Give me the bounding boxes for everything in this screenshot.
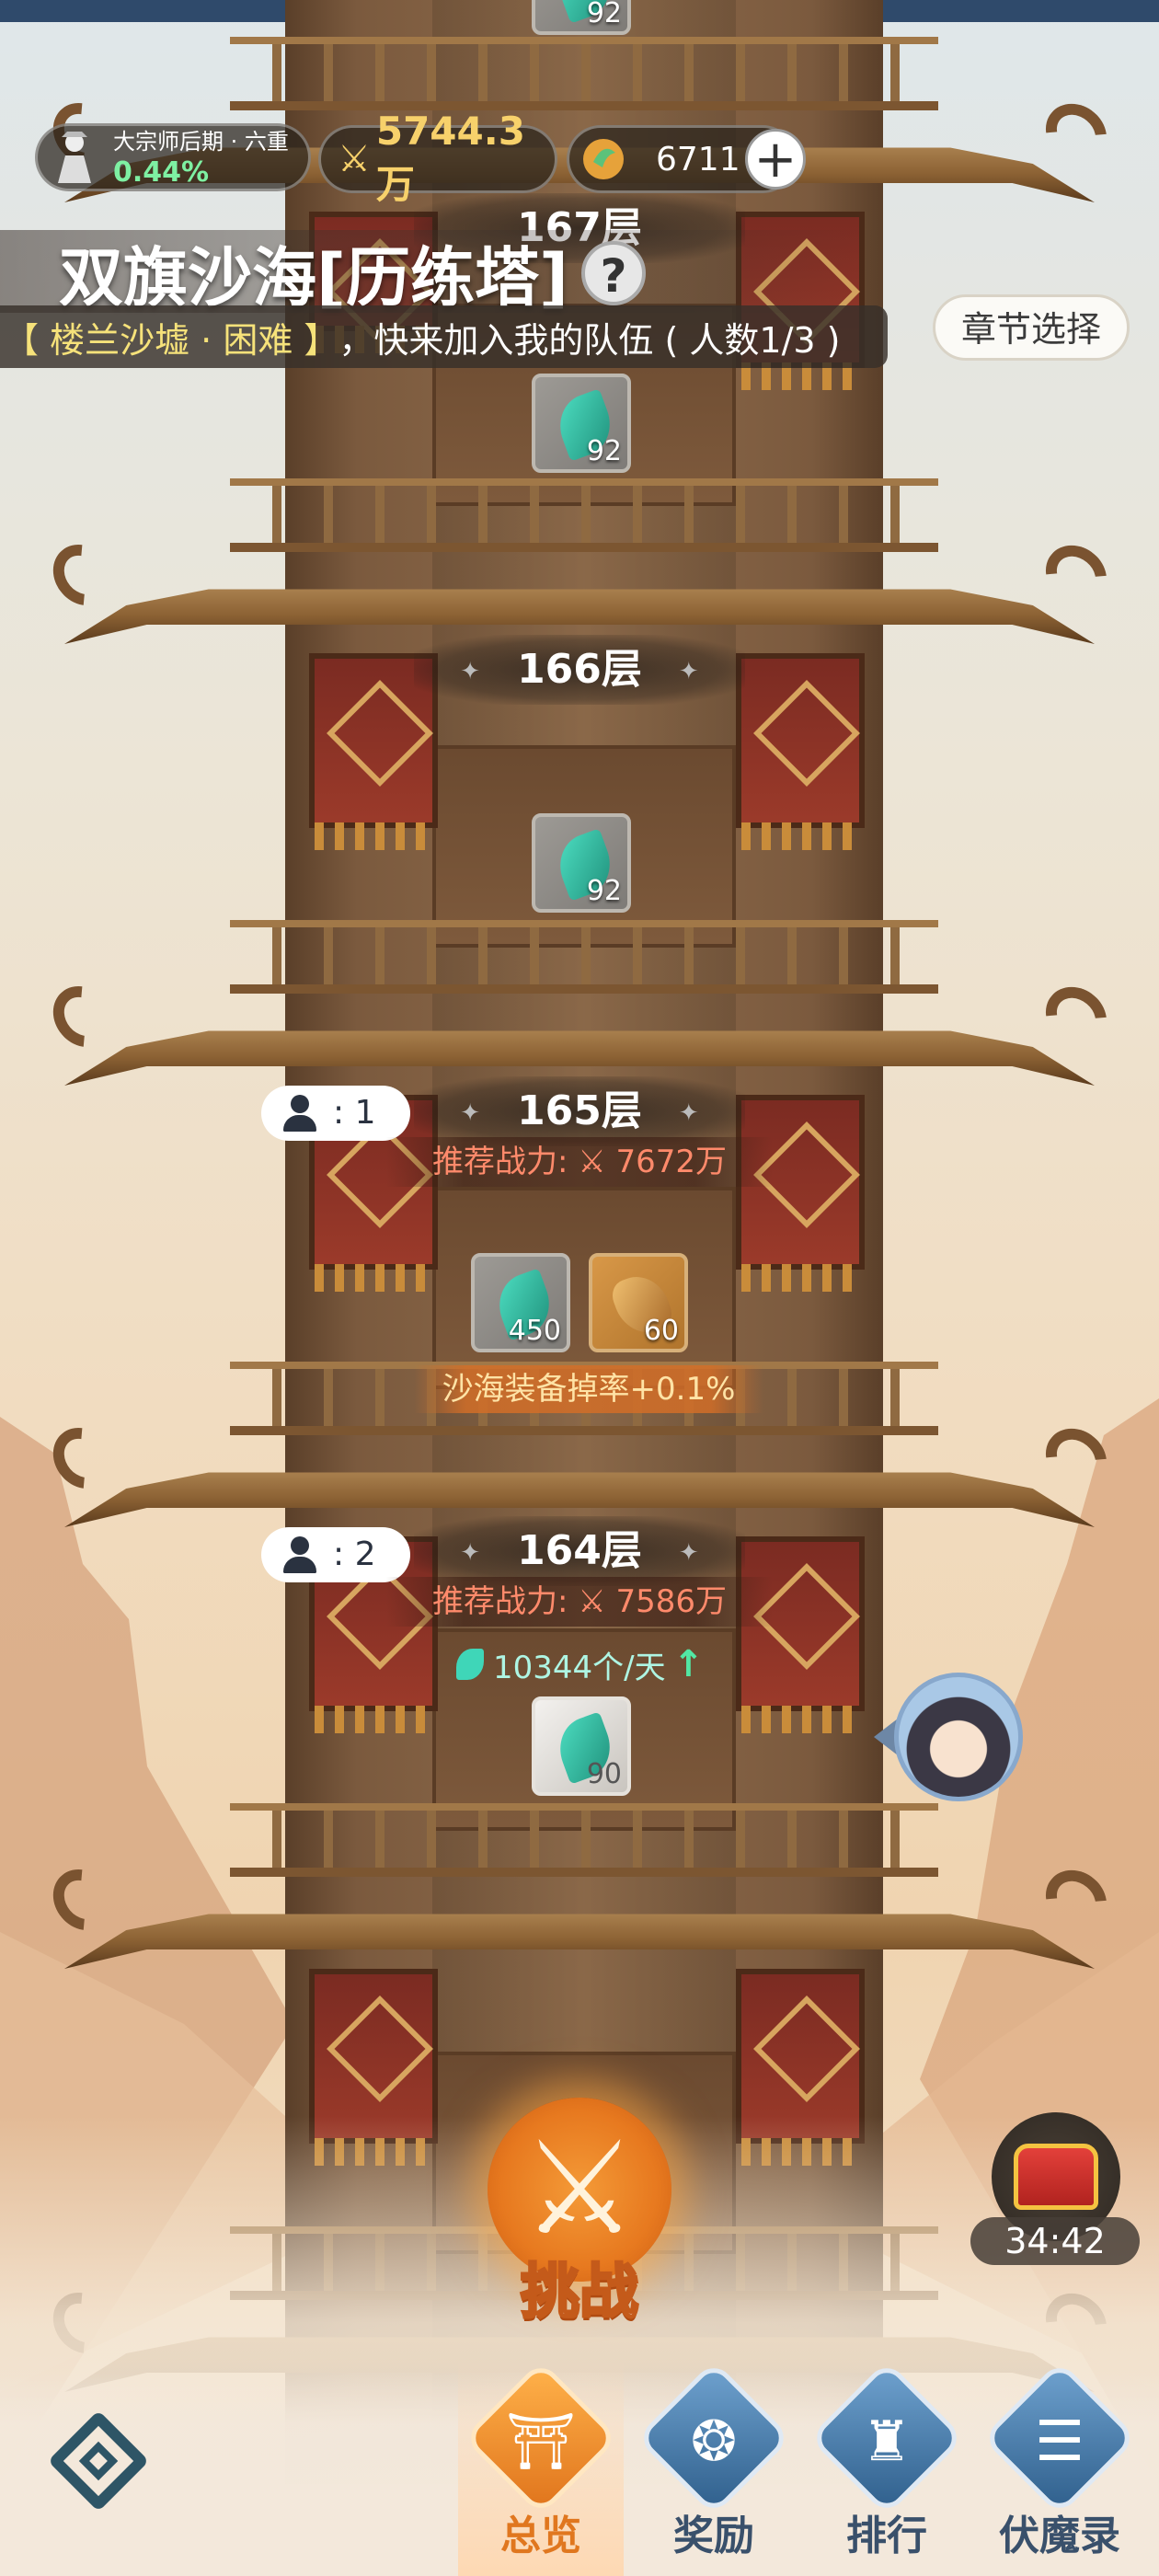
nav-label: 总览 — [500, 2513, 581, 2559]
diamond-icon: ✦ — [460, 658, 481, 685]
tower-roof — [40, 1857, 1119, 1978]
tower-railing — [230, 478, 938, 552]
floor-165-recommended-power: 推荐战力: ⚔ 7672万 — [386, 1137, 773, 1187]
nav-label: 排行 — [846, 2513, 927, 2559]
rank-figure-icon — [58, 132, 91, 183]
add-coins-button[interactable]: + — [745, 129, 806, 190]
player-avatar[interactable] — [894, 1673, 1023, 1801]
combat-power-panel[interactable]: ⚔ 5744.3万 — [318, 109, 557, 207]
rank-title: 大宗师后期 · 六重 — [113, 129, 289, 155]
reward-count: 92 — [586, 435, 622, 467]
nav-demon-records[interactable]: ☰ 伏魔录 — [977, 2360, 1142, 2567]
ranking-icon: ♜ — [862, 2409, 912, 2474]
nav-overview[interactable]: ⛩ 总览 — [458, 2360, 624, 2567]
nav-label: 伏魔录 — [999, 2513, 1120, 2559]
crossed-swords-icon: ⚔ — [338, 138, 371, 180]
floor-164-team-count[interactable]: : 2 — [261, 1527, 410, 1582]
help-button[interactable]: ? — [581, 241, 646, 305]
tower-railing — [230, 1803, 938, 1877]
reward-count: 90 — [586, 1758, 622, 1790]
floor-168-reward[interactable]: 92 — [532, 0, 631, 35]
person-icon — [281, 1093, 318, 1133]
team-invite-banner[interactable]: 【 楼兰沙墟 · 困难 】 ，快来加入我的队伍 ( 人数1/3 ) — [0, 305, 888, 368]
tower-railing — [230, 37, 938, 110]
diamond-icon: ✦ — [678, 1539, 699, 1567]
team-prefix: : — [333, 1535, 345, 1573]
reward-icon: ❂ — [690, 2409, 738, 2474]
invite-dungeon: 【 楼兰沙墟 · 困难 】 — [4, 319, 339, 361]
diamond-icon: ✦ — [460, 1539, 481, 1567]
coin-icon — [583, 139, 624, 179]
diamond-icon: ✦ — [460, 1099, 481, 1127]
team-count: 2 — [354, 1535, 376, 1573]
nav-ranking[interactable]: ♜ 排行 — [804, 2360, 970, 2567]
reward-count: 60 — [643, 1315, 679, 1347]
rank-progress: 0.44% — [113, 156, 210, 189]
floor-164-recommended-power: 推荐战力: ⚔ 7586万 — [386, 1577, 773, 1627]
nav-rewards[interactable]: ❂ 奖励 — [631, 2360, 797, 2567]
floor-167-reward[interactable]: 92 — [532, 374, 631, 473]
floor-165-team-count[interactable]: : 1 — [261, 1086, 410, 1141]
floor-164-reward[interactable]: 90 — [532, 1696, 631, 1796]
team-prefix: : — [333, 1094, 345, 1132]
tower-railing — [230, 920, 938, 994]
reward-count: 92 — [586, 0, 622, 29]
diamond-icon: ✦ — [678, 1099, 699, 1127]
drop-rate-bonus: 沙海装备掉率+0.1% — [414, 1365, 763, 1413]
arrow-up-icon: ↑ — [672, 1643, 705, 1685]
chest-timer: 34:42 — [970, 2217, 1140, 2265]
chest-icon — [1014, 2144, 1098, 2210]
floor-165-reward-material[interactable]: 60 — [589, 1253, 688, 1352]
reward-count: 92 — [586, 875, 622, 907]
floor-166-reward[interactable]: 92 — [532, 813, 631, 913]
nav-label: 奖励 — [673, 2513, 754, 2559]
person-icon — [281, 1535, 318, 1575]
diamond-icon: ✦ — [678, 658, 699, 685]
scroll-icon: ☰ — [1035, 2409, 1084, 2474]
reward-count: 450 — [508, 1315, 561, 1347]
rank-panel[interactable]: 大宗师后期 · 六重 0.44% — [35, 123, 311, 191]
floor-166-label[interactable]: ✦ 166层 ✦ — [414, 635, 745, 705]
team-count: 1 — [354, 1094, 376, 1132]
floor-164-income: 10344个/天 ↑ — [456, 1641, 704, 1687]
tower-banner — [736, 653, 865, 850]
challenge-label[interactable]: 挑战 — [497, 2245, 662, 2329]
jade-gem-icon — [456, 1649, 484, 1680]
coin-count: 6711 — [656, 140, 740, 178]
combat-power-value: 5744.3万 — [375, 109, 525, 207]
invite-text: ，快来加入我的队伍 ( 人数1/3 ) — [339, 319, 841, 361]
pagoda-icon: ⛩ — [505, 2409, 577, 2474]
floor-165-reward-jade[interactable]: 450 — [471, 1253, 570, 1352]
chapter-select-button[interactable]: 章节选择 — [933, 294, 1130, 361]
menu-button[interactable] — [42, 2409, 153, 2513]
floor-165-label[interactable]: ✦ 165层 ✦ — [414, 1076, 745, 1146]
floor-164-label[interactable]: ✦ 164层 ✦ — [414, 1516, 745, 1586]
